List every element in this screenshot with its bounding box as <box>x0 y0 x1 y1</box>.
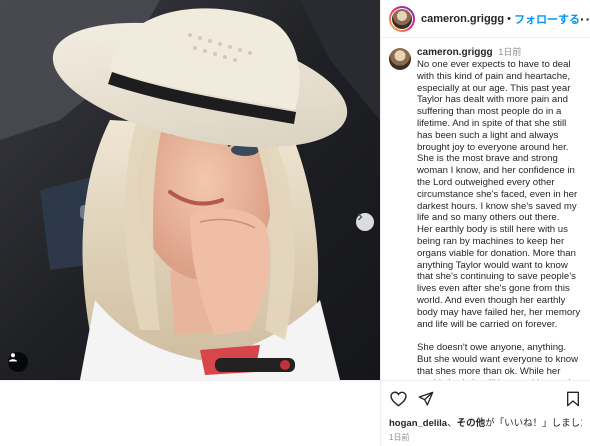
liked-by-others[interactable]: その他 <box>457 418 486 429</box>
action-icons-row <box>389 389 582 409</box>
avatar <box>392 8 412 29</box>
separator-dot: • <box>507 12 511 25</box>
caption-body: cameron.griggg 1日前 No one ever expects t… <box>417 46 582 380</box>
caption-username[interactable]: cameron.griggg <box>417 47 493 58</box>
post-actions: hogan_delila、その他が「いいね！」しました 1日前 <box>381 380 590 446</box>
header-username[interactable]: cameron.griggg <box>421 13 504 25</box>
caption-header: cameron.griggg 1日前 <box>417 46 582 59</box>
tagged-users-button[interactable] <box>8 352 28 372</box>
like-button[interactable] <box>389 390 407 408</box>
bookmark-icon <box>567 391 579 407</box>
liked-by-user[interactable]: hogan_delila <box>389 418 447 429</box>
paper-plane-icon <box>418 391 434 406</box>
story-ring-avatar[interactable] <box>389 5 415 32</box>
media-footer-space <box>0 380 380 446</box>
caption-section[interactable]: cameron.griggg 1日前 No one ever expects t… <box>381 38 590 380</box>
user-tag-icon <box>9 353 17 362</box>
follow-button[interactable]: フォローする <box>514 11 580 27</box>
post-sidebar: cameron.griggg • フォローする ··· cameron.grig… <box>380 0 590 446</box>
post-media[interactable] <box>0 0 380 380</box>
likes-connector: 、 <box>447 418 457 429</box>
likes-suffix: が「いいね！」しました <box>485 418 582 429</box>
caption-row: cameron.griggg 1日前 No one ever expects t… <box>389 46 582 380</box>
chevron-right-icon <box>358 213 363 221</box>
save-button[interactable] <box>564 390 582 408</box>
more-options-icon[interactable]: ··· <box>580 11 590 27</box>
post-header: cameron.griggg • フォローする ··· <box>381 0 590 38</box>
caption-avatar[interactable] <box>389 48 411 70</box>
caption-text: No one ever expects to have to deal with… <box>417 59 581 380</box>
next-photo-button[interactable] <box>356 213 374 231</box>
heart-icon <box>389 391 407 407</box>
likes-summary: hogan_delila、その他が「いいね！」しました <box>389 415 582 429</box>
post-photo <box>0 0 380 380</box>
caption-time[interactable]: 1日前 <box>498 47 521 57</box>
share-button[interactable] <box>417 390 435 408</box>
avatar-border <box>391 7 413 30</box>
instagram-post: cameron.griggg • フォローする ··· cameron.grig… <box>0 0 590 446</box>
post-timestamp[interactable]: 1日前 <box>389 432 582 443</box>
